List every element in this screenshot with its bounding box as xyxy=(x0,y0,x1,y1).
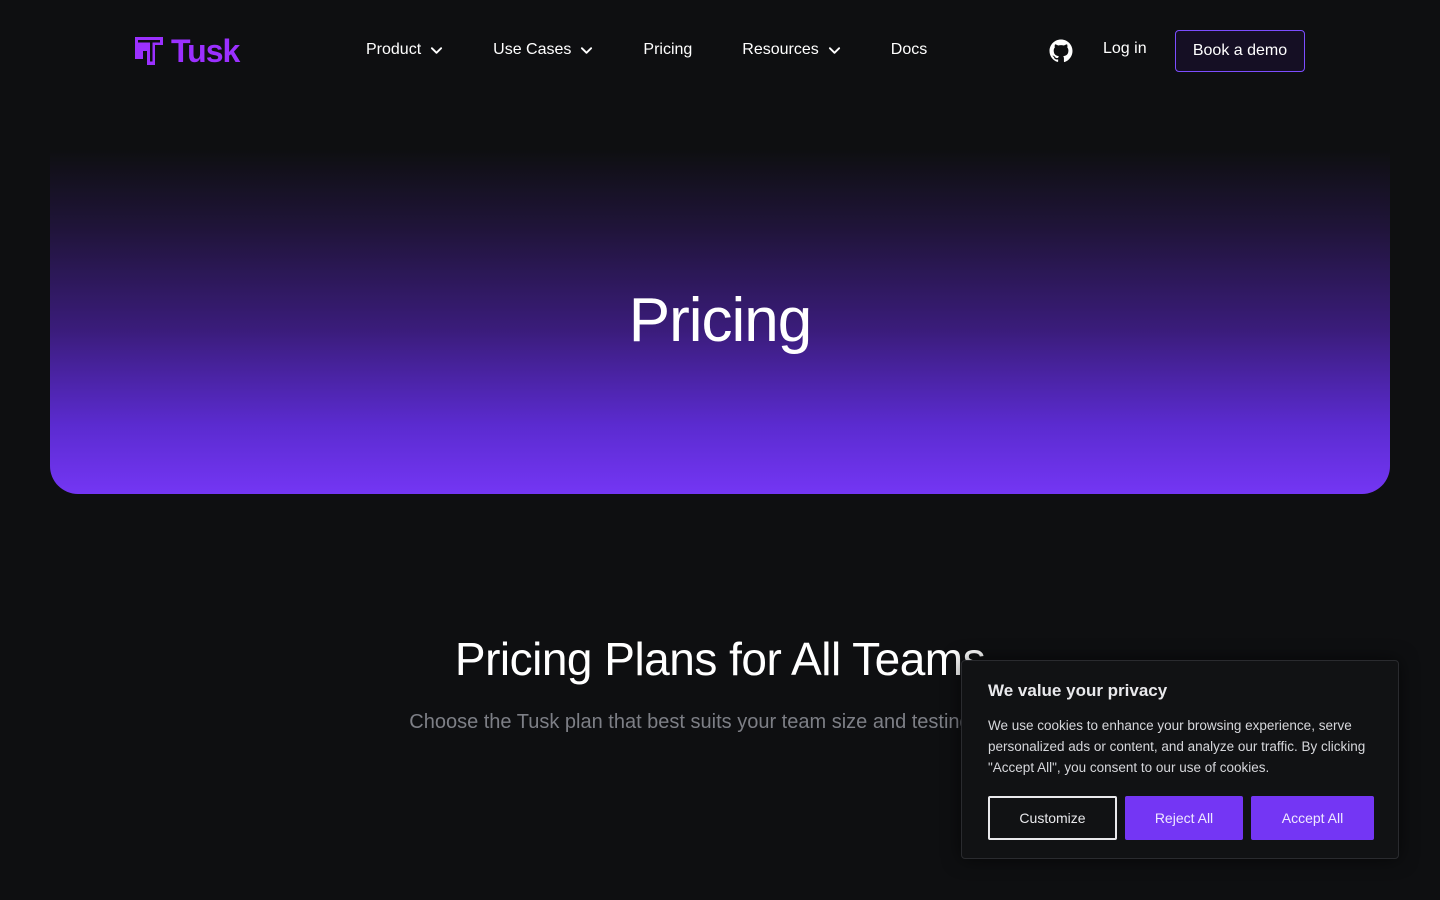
cookie-actions: Customize Reject All Accept All xyxy=(988,796,1374,840)
github-icon[interactable] xyxy=(1049,39,1073,63)
chevron-down-icon xyxy=(581,46,593,54)
cookie-body: We use cookies to enhance your browsing … xyxy=(988,718,1366,775)
book-demo-button[interactable]: Book a demo xyxy=(1175,30,1305,72)
login-link[interactable]: Log in xyxy=(1103,40,1147,58)
nav-item-label: Product xyxy=(366,41,422,58)
nav-item-label: Pricing xyxy=(643,41,693,58)
chevron-down-icon xyxy=(431,46,443,54)
customize-button[interactable]: Customize xyxy=(988,796,1117,840)
hero-banner: Pricing xyxy=(50,150,1390,494)
nav-item-label: Docs xyxy=(890,41,928,58)
nav-item-use-cases[interactable]: Use Cases xyxy=(493,41,593,59)
nav-item-docs[interactable]: Docs xyxy=(891,41,927,59)
nav-item-resources[interactable]: Resources xyxy=(742,41,840,59)
nav-item-product[interactable]: Product xyxy=(366,41,443,59)
reject-all-button[interactable]: Reject All xyxy=(1125,796,1243,840)
site-header: Tusk Product Use Cases Pricing Resources… xyxy=(0,0,1440,100)
nav-item-label: Use Cases xyxy=(493,41,572,58)
logo[interactable]: Tusk xyxy=(135,33,240,69)
nav-item-pricing[interactable]: Pricing xyxy=(643,41,692,59)
logo-text: Tusk xyxy=(171,33,240,69)
cookie-title: We value your privacy xyxy=(988,681,1168,700)
page: Tusk Product Use Cases Pricing Resources… xyxy=(0,0,1440,900)
cookie-consent-banner: We value your privacy We use cookies to … xyxy=(961,660,1399,859)
nav-item-label: Resources xyxy=(742,41,819,58)
accept-all-button[interactable]: Accept All xyxy=(1251,796,1374,840)
chevron-down-icon xyxy=(828,46,840,54)
page-title: Pricing xyxy=(628,285,813,355)
tusk-logo-icon xyxy=(135,37,163,65)
main-nav: Product Use Cases Pricing Resources Docs xyxy=(366,38,927,62)
